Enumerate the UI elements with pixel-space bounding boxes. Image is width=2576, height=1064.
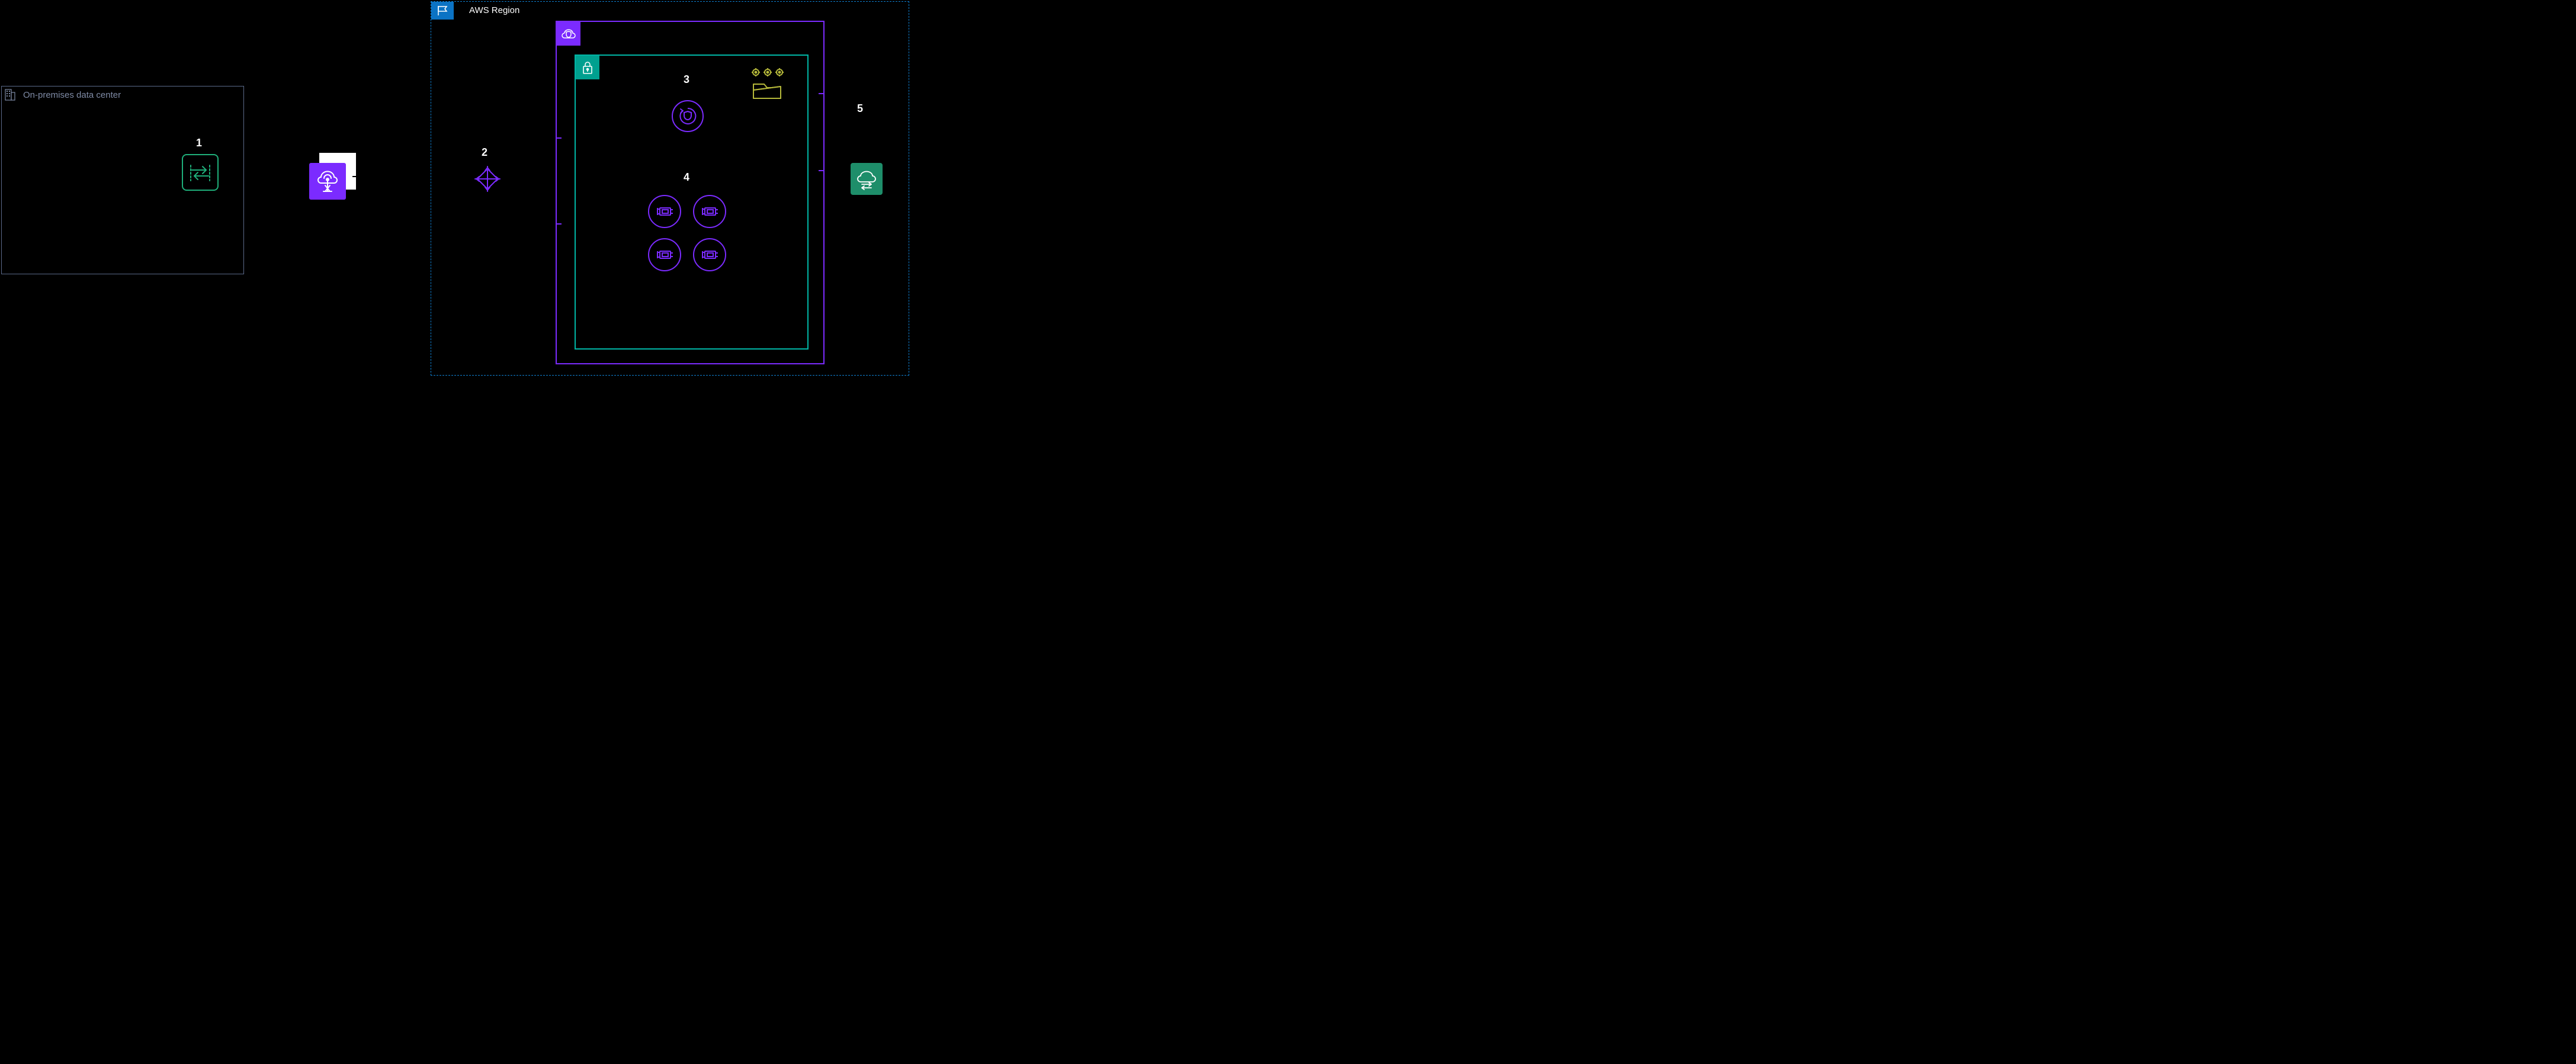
callout-4: 4	[684, 171, 689, 184]
nat-gateway-icon	[851, 163, 883, 195]
flag-icon	[431, 2, 454, 20]
network-interface-icon	[693, 195, 726, 228]
architecture-diagram: On-premises data center 1	[0, 0, 912, 377]
building-icon	[2, 86, 18, 103]
auto-scaling-group-icon	[748, 66, 788, 102]
network-interface-icon	[648, 195, 681, 228]
callout-3: 3	[684, 73, 689, 86]
onprem-label: On-premises data center	[23, 90, 121, 100]
card-dash	[352, 176, 363, 177]
callout-5: 5	[857, 102, 863, 115]
transit-gateway-icon	[474, 165, 501, 193]
region-label: AWS Region	[469, 5, 519, 15]
callout-2: 2	[482, 146, 487, 159]
vpc-cloud-shield-icon	[557, 22, 580, 46]
vpc-container: 3	[556, 21, 825, 364]
cloud-tower-icon	[309, 163, 346, 200]
private-subnet-container: 3	[575, 55, 809, 350]
customer-gateway-icon	[182, 154, 219, 191]
callout-1: 1	[196, 137, 202, 149]
aws-region-container: AWS Region 2	[431, 1, 909, 376]
lock-icon	[576, 56, 599, 79]
compute-target-icon	[672, 100, 704, 132]
network-interface-icon	[648, 238, 681, 271]
network-interface-icon	[693, 238, 726, 271]
onprem-container: On-premises data center 1	[1, 86, 244, 274]
